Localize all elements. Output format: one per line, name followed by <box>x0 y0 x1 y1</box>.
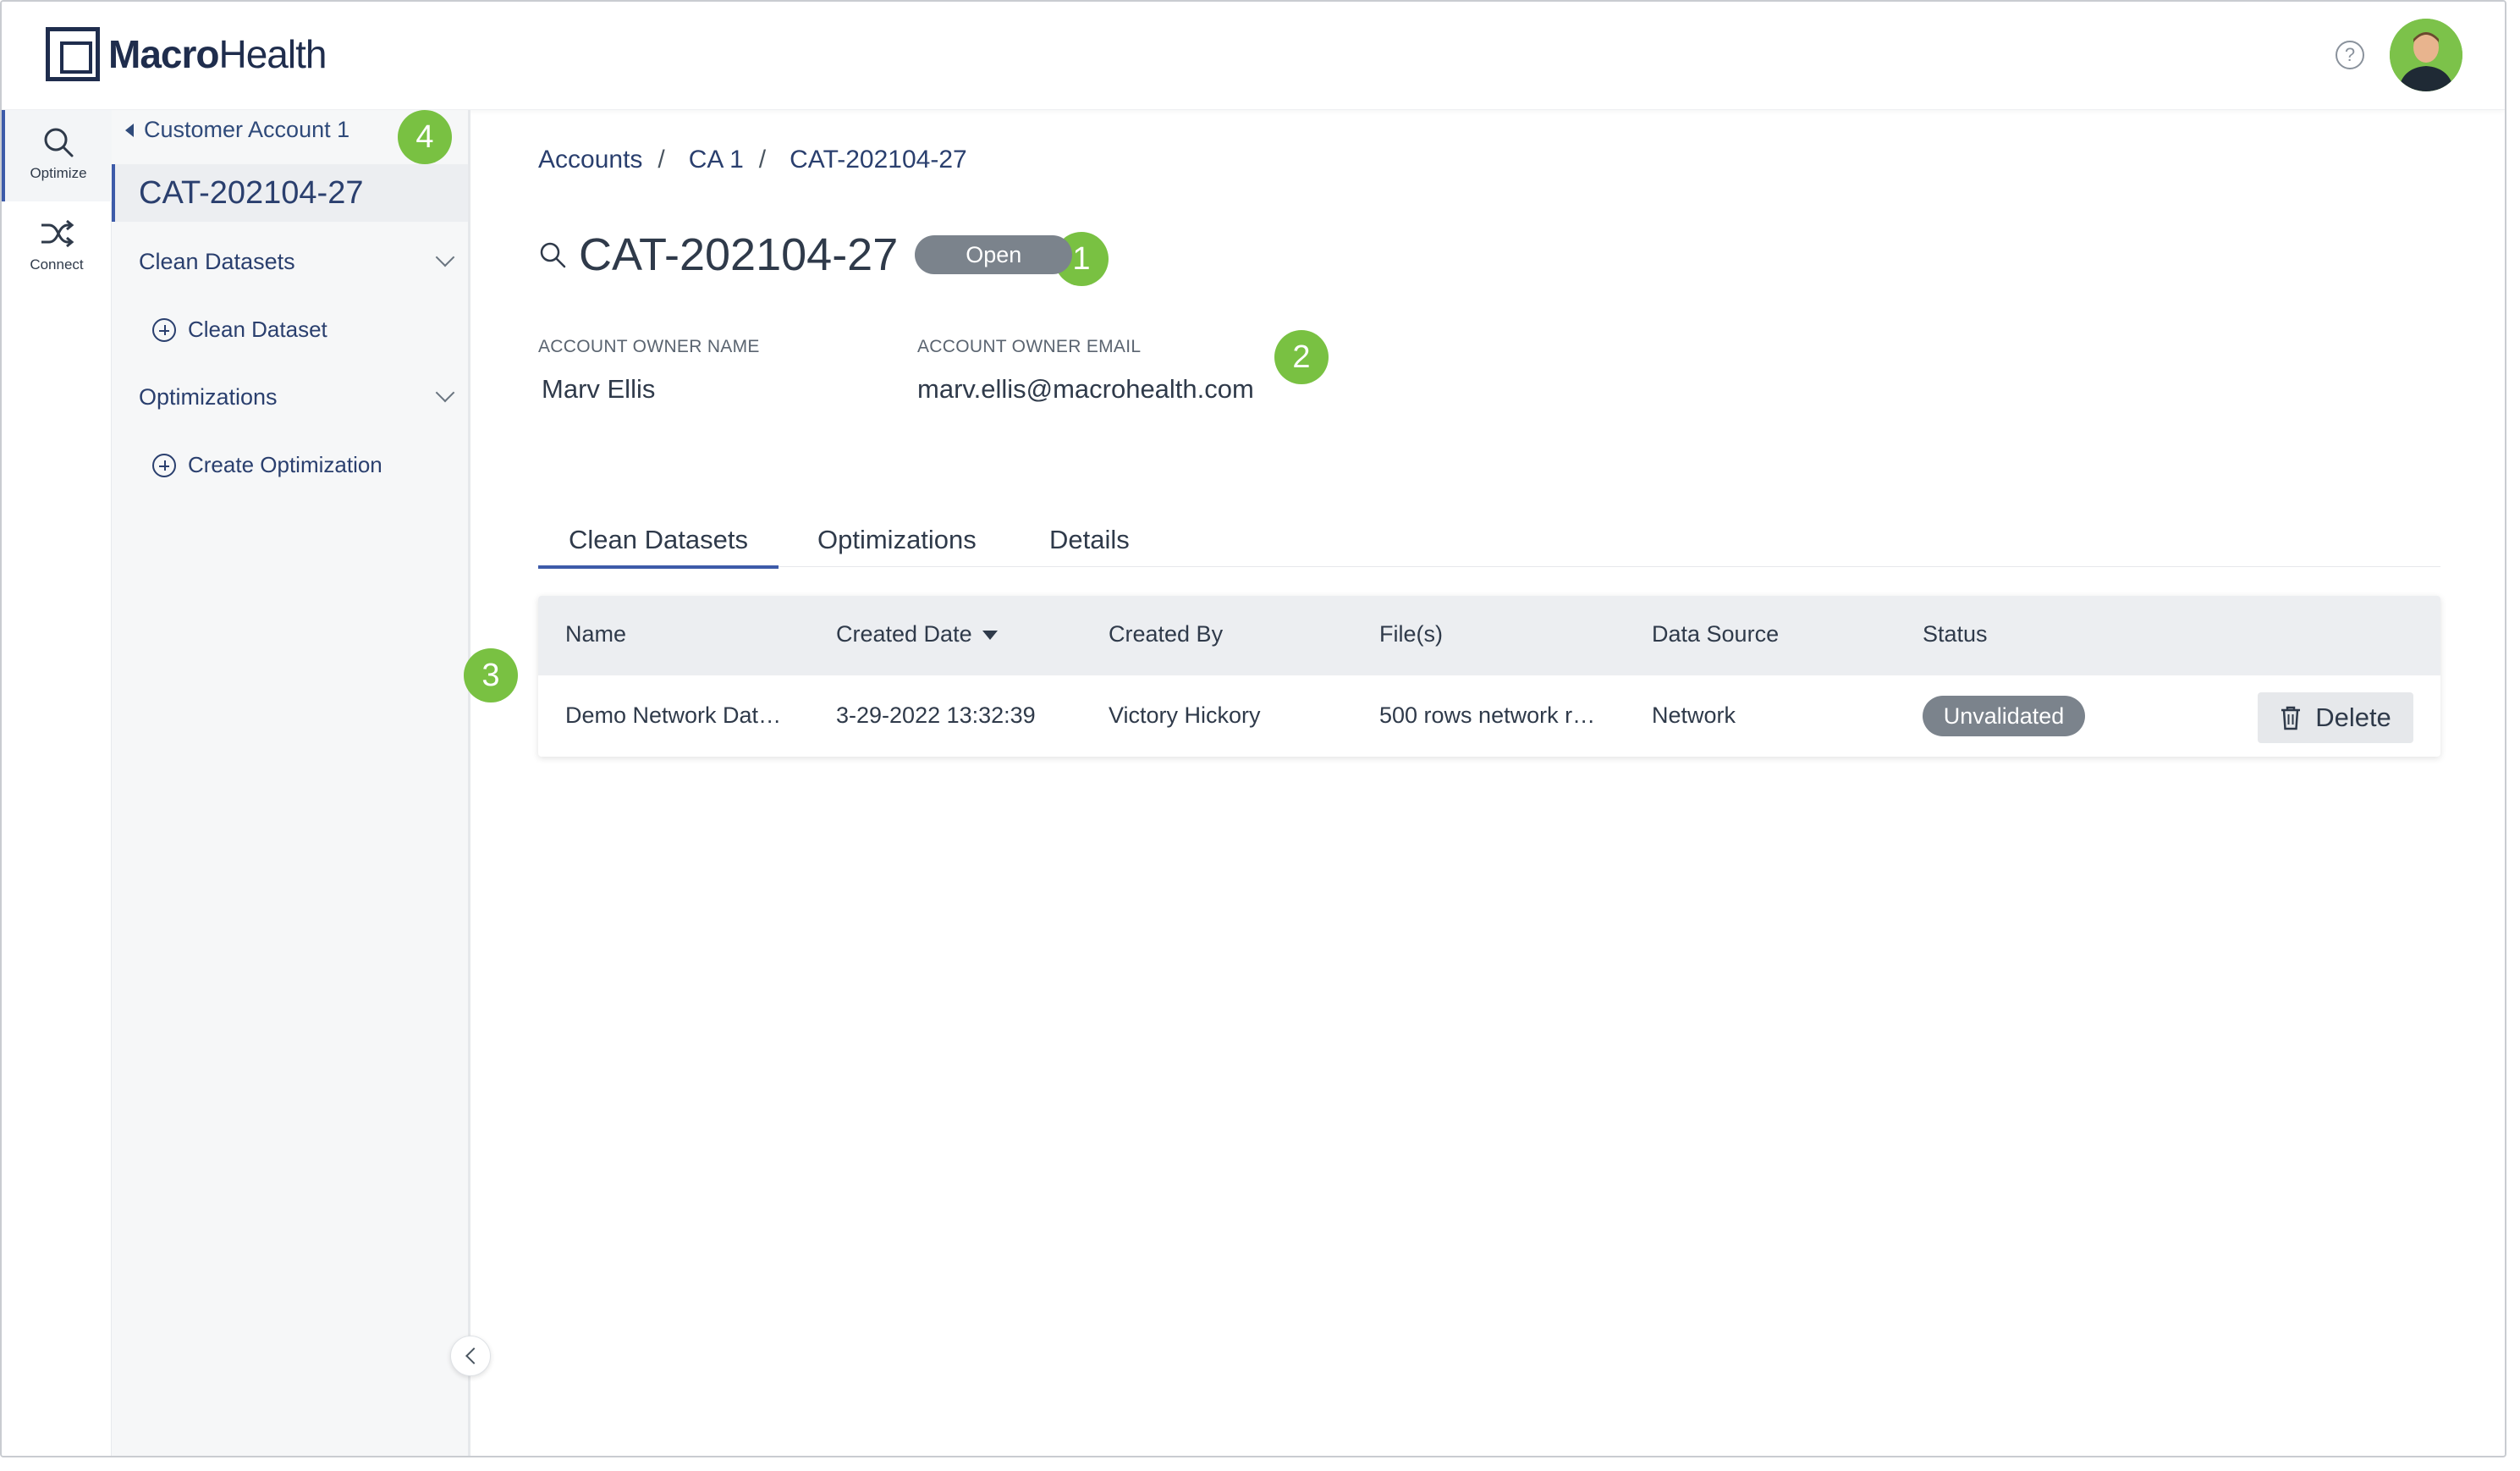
sort-descending-icon <box>982 631 998 641</box>
column-header-status[interactable]: Status <box>1923 621 1988 647</box>
column-header-created-date[interactable]: Created Date <box>836 621 998 647</box>
nav-section-label: Clean Datasets <box>139 249 295 274</box>
search-icon <box>540 242 566 268</box>
cell-data-source: Network <box>1652 702 1736 728</box>
page-title-row: CAT-202104-27 Open <box>538 229 1073 281</box>
breadcrumb: Accounts / CA 1 / CAT-202104-27 <box>538 146 982 174</box>
account-owner-email-value: marv.ellis@macrohealth.com <box>917 374 1254 404</box>
annotation-marker-3: 3 <box>464 648 518 702</box>
breadcrumb-separator: / <box>658 146 665 174</box>
rail-label-optimize: Optimize <box>30 165 87 181</box>
annotation-marker-2: 2 <box>1274 330 1329 384</box>
delete-button[interactable]: Delete <box>2258 692 2413 743</box>
add-clean-dataset-link[interactable]: Clean Dataset <box>152 317 457 343</box>
user-avatar[interactable] <box>2390 19 2462 91</box>
rail-label-connect: Connect <box>30 256 84 273</box>
top-bar: MacroHealth ? <box>2 2 2505 110</box>
rail-item-optimize[interactable]: Optimize <box>2 110 112 201</box>
breadcrumb-separator: / <box>758 146 767 174</box>
cell-created-date: 3-29-2022 13:32:39 <box>836 702 1036 728</box>
account-owner-email-label: ACCOUNT OWNER EMAIL <box>917 337 1142 356</box>
column-header-name[interactable]: Name <box>565 621 626 647</box>
search-icon <box>44 128 74 157</box>
rail-item-connect[interactable]: Connect <box>2 201 112 293</box>
breadcrumb-ca1[interactable]: CA 1 <box>689 146 744 174</box>
nav-section-optimizations[interactable]: Optimizations <box>139 383 460 410</box>
chevron-down-icon <box>435 247 455 267</box>
app-window: MacroHealth ? Optimize Connect Customer … <box>0 0 2506 1457</box>
side-nav: Customer Account 1 CAT-202104-27 Clean D… <box>112 110 470 1456</box>
account-owner-name-label: ACCOUNT OWNER NAME <box>538 337 760 356</box>
breadcrumb-accounts[interactable]: Accounts <box>538 146 642 174</box>
clean-datasets-table: Name Created Date Created By File(s) Dat… <box>538 596 2440 757</box>
column-header-label: Created Date <box>836 621 972 647</box>
nav-sub-label: Create Optimization <box>188 452 382 477</box>
chevron-down-icon <box>435 383 455 403</box>
tab-optimizations[interactable]: Optimizations <box>817 525 977 555</box>
column-header-files[interactable]: File(s) <box>1379 621 1443 647</box>
nav-current-account[interactable]: CAT-202104-27 <box>112 164 468 222</box>
cell-name[interactable]: Demo Network Dat… <box>565 702 781 729</box>
delete-button-label: Delete <box>2315 702 2391 732</box>
page-title: CAT-202104-27 <box>579 229 899 280</box>
column-header-created-by[interactable]: Created By <box>1109 621 1223 647</box>
caret-left-icon <box>125 123 134 137</box>
back-link-label: Customer Account 1 <box>144 117 350 142</box>
macrohealth-logo[interactable]: MacroHealth <box>46 27 327 81</box>
trash-icon <box>2281 706 2301 730</box>
tab-details[interactable]: Details <box>1049 525 1130 555</box>
shuffle-icon <box>41 219 74 248</box>
create-optimization-link[interactable]: Create Optimization <box>152 452 457 478</box>
table-header: Name Created Date Created By File(s) Dat… <box>538 596 2440 675</box>
logo-mark-icon <box>46 27 100 81</box>
status-badge-unvalidated: Unvalidated <box>1923 696 2085 736</box>
help-icon[interactable]: ? <box>2336 41 2364 69</box>
nav-section-label: Optimizations <box>139 384 278 410</box>
tab-bar: Clean Datasets Optimizations Details <box>538 515 2440 569</box>
plus-circle-icon <box>152 317 176 342</box>
icon-rail: Optimize Connect <box>2 110 112 1456</box>
column-header-data-source[interactable]: Data Source <box>1652 621 1779 647</box>
annotation-marker-4: 4 <box>398 110 452 164</box>
avatar-image <box>2390 19 2462 91</box>
nav-section-clean-datasets[interactable]: Clean Datasets <box>139 247 460 275</box>
collapse-sidebar-button[interactable] <box>450 1336 491 1376</box>
cell-created-by: Victory Hickory <box>1109 702 1261 728</box>
status-badge-open: Open <box>915 235 1073 274</box>
back-to-customer-account-link[interactable]: Customer Account 1 <box>125 117 349 143</box>
nav-sub-label: Clean Dataset <box>188 317 327 342</box>
account-owner-name-value: Marv Ellis <box>542 374 656 404</box>
breadcrumb-current: CAT-202104-27 <box>790 146 967 174</box>
tab-clean-datasets[interactable]: Clean Datasets <box>538 525 779 569</box>
plus-circle-icon <box>152 453 176 477</box>
logo-text: MacroHealth <box>108 32 327 76</box>
cell-files: 500 rows network r… <box>1379 702 1596 728</box>
